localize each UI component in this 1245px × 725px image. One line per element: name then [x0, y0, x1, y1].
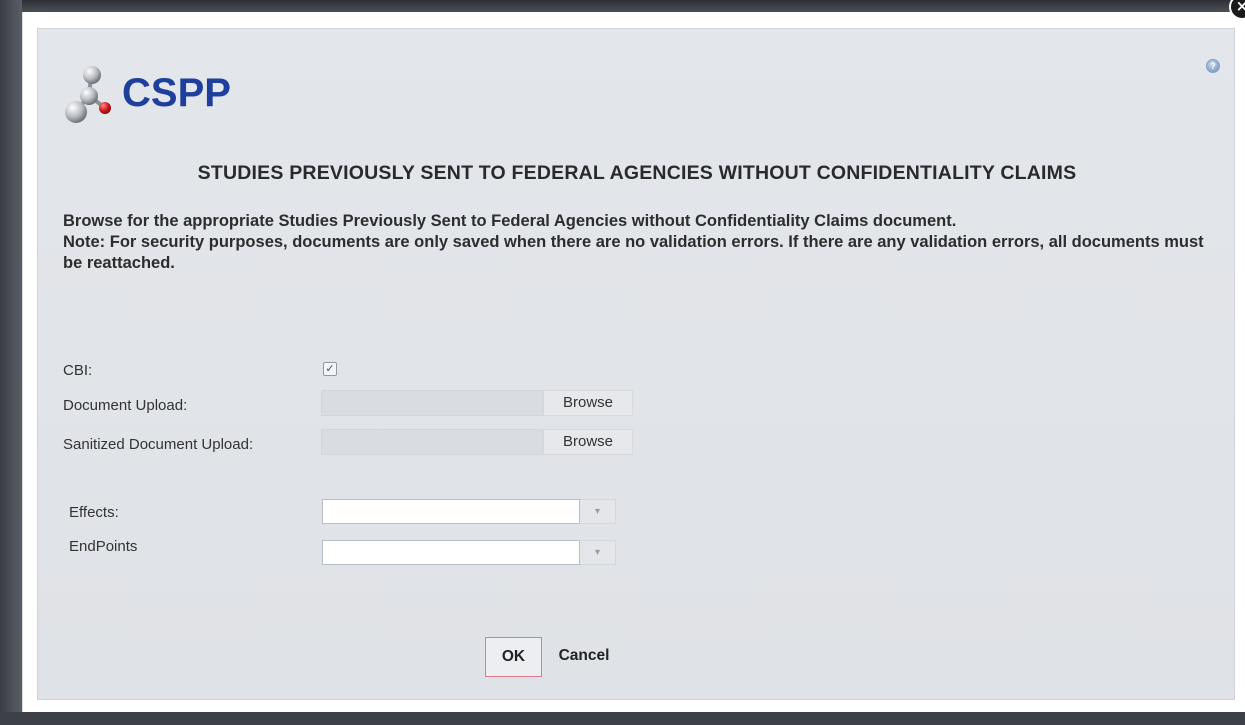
- document-upload-label: Document Upload:: [63, 397, 188, 414]
- sanitized-upload-label: Sanitized Document Upload:: [63, 436, 254, 453]
- modal-dialog: × ? CSPP STUDIES PREVIOUSLY SENT TO FEDE…: [22, 0, 1245, 712]
- document-browse-button[interactable]: Browse: [543, 390, 633, 416]
- cancel-button[interactable]: Cancel: [546, 637, 622, 677]
- app-background-left: [0, 0, 22, 725]
- ok-button[interactable]: OK: [485, 637, 542, 677]
- effects-label: Effects:: [69, 504, 119, 521]
- document-upload-field[interactable]: [321, 390, 543, 416]
- security-note: Note: For security purposes, documents a…: [63, 233, 1204, 272]
- help-icon[interactable]: ?: [1206, 59, 1220, 73]
- close-icon[interactable]: ×: [1229, 0, 1245, 20]
- endpoints-label: EndPoints: [69, 538, 138, 555]
- sanitized-browse-button[interactable]: Browse: [543, 429, 633, 455]
- instructions: Browse for the appropriate Studies Previ…: [63, 211, 1223, 274]
- molecule-logo-icon: [65, 66, 111, 123]
- effects-select[interactable]: [322, 499, 580, 524]
- instruction-text: Browse for the appropriate Studies Previ…: [63, 212, 957, 230]
- sanitized-upload-field[interactable]: [321, 429, 543, 455]
- endpoints-select[interactable]: [322, 540, 580, 565]
- app-background-bottom: [0, 712, 1245, 725]
- app-background-top: [0, 0, 1245, 12]
- cbi-checkbox[interactable]: ✓: [323, 362, 337, 376]
- app-logo-text: CSPP: [122, 71, 231, 115]
- endpoints-dropdown-icon[interactable]: ▾: [580, 540, 616, 565]
- dialog-title: STUDIES PREVIOUSLY SENT TO FEDERAL AGENC…: [197, 162, 1077, 184]
- cbi-label: CBI:: [63, 362, 93, 379]
- modal-body: ? CSPP STUDIES PREVIOUSLY SENT TO FEDERA…: [37, 28, 1235, 700]
- effects-dropdown-icon[interactable]: ▾: [580, 499, 616, 524]
